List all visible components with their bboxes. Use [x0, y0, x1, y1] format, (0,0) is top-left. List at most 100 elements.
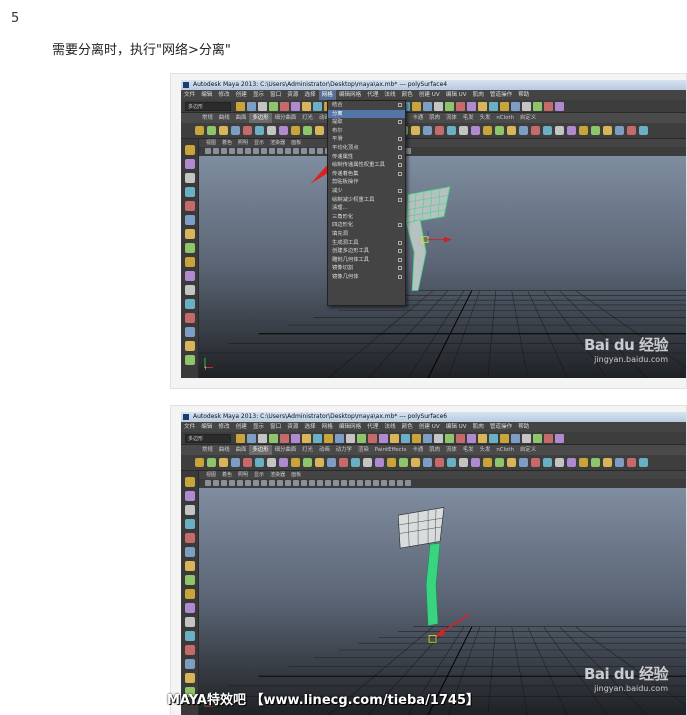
status-tool-icon[interactable]: [467, 434, 476, 443]
panel-tool-icon[interactable]: [333, 480, 339, 486]
panel-tool-icon[interactable]: [221, 148, 227, 154]
status-tool-icon[interactable]: [467, 102, 476, 111]
panel-menu-item[interactable]: 面板: [288, 472, 304, 478]
status-tool-icon[interactable]: [456, 434, 465, 443]
status-tool-icon[interactable]: [445, 102, 454, 111]
toolbox-tool-icon[interactable]: [185, 341, 195, 351]
menu-item[interactable]: 文件: [181, 90, 198, 100]
menu-item[interactable]: 网格: [319, 422, 336, 432]
shelf-tool-icon[interactable]: [627, 126, 636, 135]
status-tool-icon[interactable]: [555, 434, 564, 443]
status-tool-icon[interactable]: [269, 434, 278, 443]
toolbox-tool-icon[interactable]: [185, 313, 195, 323]
menu-item[interactable]: 编辑 UV: [443, 422, 470, 432]
shelf-tab[interactable]: nCloth: [493, 113, 517, 123]
menu-item[interactable]: 网格: [318, 90, 336, 100]
panel-tool-icon[interactable]: [397, 480, 403, 486]
status-tool-icon[interactable]: [324, 434, 333, 443]
mesh-menu-item[interactable]: 清理...: [328, 204, 405, 213]
shelf-tool-icon[interactable]: [567, 126, 576, 135]
status-tool-icon[interactable]: [302, 434, 311, 443]
status-tool-icon[interactable]: [236, 434, 245, 443]
shelf-tab[interactable]: 灯光: [299, 445, 316, 455]
shelf-tool-icon[interactable]: [579, 126, 588, 135]
shelf-tool-icon[interactable]: [615, 126, 624, 135]
shelf-tool-icon[interactable]: [459, 458, 468, 467]
toolbox-tool-icon[interactable]: [185, 145, 195, 155]
shelf-tool-icon[interactable]: [519, 126, 528, 135]
mesh-menu-item[interactable]: 镜像几何体: [328, 273, 405, 282]
shelf-tab[interactable]: 肌肉: [426, 113, 443, 123]
option-box-icon[interactable]: [398, 197, 402, 202]
shelf-tool-icon[interactable]: [459, 126, 468, 135]
shelf-tab[interactable]: 自定义: [517, 445, 539, 455]
panel-tool-icon[interactable]: [285, 480, 291, 486]
status-tool-icon[interactable]: [555, 102, 564, 111]
shelf-tab[interactable]: 多边形: [249, 445, 272, 455]
option-box-icon[interactable]: [398, 249, 402, 254]
status-tool-icon[interactable]: [291, 102, 300, 111]
shelf-tool-icon[interactable]: [207, 458, 216, 467]
toolbox-tool-icon[interactable]: [185, 603, 195, 613]
mesh-menu-item[interactable]: 平滑: [328, 135, 405, 144]
status-tool-icon[interactable]: [489, 102, 498, 111]
shelf-tab[interactable]: 常规: [199, 445, 216, 455]
status-tool-icon[interactable]: [456, 102, 465, 111]
panel-tool-icon[interactable]: [277, 480, 283, 486]
panel-tool-icon[interactable]: [253, 480, 259, 486]
shelf-tool-icon[interactable]: [495, 458, 504, 467]
mesh-menu-item[interactable]: 绘制传递属性权重工具: [328, 161, 405, 170]
status-tool-icon[interactable]: [236, 102, 245, 111]
shelf-tool-icon[interactable]: [555, 126, 564, 135]
shelf-tab[interactable]: 卡通: [409, 445, 426, 455]
shelf-tool-icon[interactable]: [603, 126, 612, 135]
shelf-tool-icon[interactable]: [255, 126, 264, 135]
status-tool-icon[interactable]: [445, 434, 454, 443]
option-box-icon[interactable]: [398, 188, 402, 193]
panel-menu-item[interactable]: 着色: [219, 472, 235, 478]
status-tool-icon[interactable]: [544, 434, 553, 443]
shelf-tab[interactable]: 细分曲面: [272, 113, 300, 123]
menu-item[interactable]: 法线: [381, 422, 398, 432]
toolbox-tool-icon[interactable]: [185, 659, 195, 669]
shelf-tab[interactable]: 曲线: [216, 445, 233, 455]
shelf-tab[interactable]: 曲线: [216, 113, 233, 123]
mesh-menu-item[interactable]: 结合: [328, 101, 405, 110]
option-box-icon[interactable]: [398, 257, 402, 262]
mesh-menu-item[interactable]: 生成洞工具: [328, 239, 405, 248]
toolbox-tool-icon[interactable]: [185, 561, 195, 571]
menu-item[interactable]: 管道操作: [487, 90, 515, 100]
shelf-tool-icon[interactable]: [327, 458, 336, 467]
toolbox-tool-icon[interactable]: [185, 229, 195, 239]
status-tool-icon[interactable]: [368, 434, 377, 443]
shelf-tool-icon[interactable]: [219, 458, 228, 467]
shelf-tool-icon[interactable]: [207, 126, 216, 135]
shelf-tool-icon[interactable]: [375, 458, 384, 467]
panel-tool-icon[interactable]: [229, 148, 235, 154]
mesh-menu-item[interactable]: 分离: [328, 109, 405, 119]
status-tool-icon[interactable]: [401, 434, 410, 443]
status-tool-icon[interactable]: [346, 434, 355, 443]
shelf-tab[interactable]: 毛发: [460, 113, 477, 123]
shelf-tool-icon[interactable]: [435, 458, 444, 467]
menu-item[interactable]: 资源: [284, 422, 301, 432]
shelf-tool-icon[interactable]: [267, 458, 276, 467]
status-line-tools[interactable]: [236, 434, 626, 443]
menu-item[interactable]: 颜色: [399, 422, 416, 432]
shelf-tool-icon[interactable]: [399, 458, 408, 467]
status-tool-icon[interactable]: [379, 434, 388, 443]
shelf-tool-icon[interactable]: [627, 458, 636, 467]
shelf-tool-icon[interactable]: [255, 458, 264, 467]
shelf-tab[interactable]: 动画: [316, 445, 333, 455]
shelf-tabs[interactable]: 常规曲线曲面多边形细分曲面灯光动画动力学渲染PaintEffects卡通肌肉流体…: [181, 113, 686, 123]
panel-tool-icon[interactable]: [237, 148, 243, 154]
menu-item[interactable]: 窗口: [267, 90, 284, 100]
toolbox-tool-icon[interactable]: [185, 327, 195, 337]
status-tool-icon[interactable]: [511, 434, 520, 443]
panel-tool-icon[interactable]: [293, 148, 299, 154]
menu-item[interactable]: 显示: [250, 90, 267, 100]
panel-tool-icon[interactable]: [213, 480, 219, 486]
panel-tool-icon[interactable]: [245, 480, 251, 486]
panel-tool-icon[interactable]: [237, 480, 243, 486]
shelf-tool-icon[interactable]: [447, 458, 456, 467]
